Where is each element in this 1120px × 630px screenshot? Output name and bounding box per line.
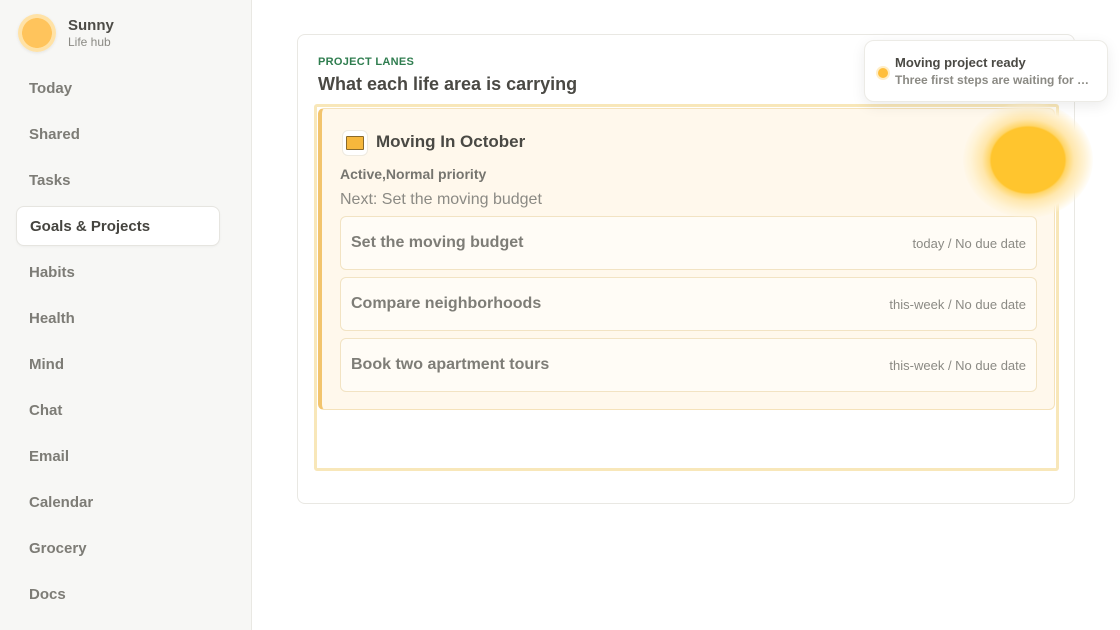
status-dot-icon: [878, 68, 888, 78]
task-name: Compare neighborhoods: [351, 295, 542, 312]
sidebar-item-today[interactable]: Today: [16, 68, 220, 108]
task-row[interactable]: Set the moving budget today / No due dat…: [340, 216, 1037, 270]
panel-eyebrow: PROJECT LANES: [318, 56, 415, 68]
lane-status: Active,Normal priority: [340, 166, 487, 182]
sidebar-item-shared[interactable]: Shared: [16, 114, 220, 154]
brand-name: Sunny: [68, 17, 114, 34]
task-name: Set the moving budget: [351, 234, 524, 251]
sidebar-item-goals-projects[interactable]: Goals & Projects: [16, 206, 220, 246]
sun-orb-icon: [963, 102, 1093, 218]
brand-subtitle: Life hub: [68, 35, 111, 49]
lane-next-step: Next: Set the moving budget: [340, 191, 542, 208]
task-due: this-week / No due date: [889, 357, 1026, 373]
task-due: today / No due date: [912, 235, 1026, 251]
sidebar: Sunny Life hub Today Shared Tasks Goals …: [0, 0, 252, 630]
sidebar-item-email[interactable]: Email: [16, 436, 220, 476]
project-lanes-panel: PROJECT LANES What each life area is car…: [297, 34, 1075, 504]
lane-frame: Moving In October Active,Normal priority…: [314, 104, 1059, 471]
sun-logo-icon: [18, 14, 56, 52]
lane-title: Moving In October: [376, 132, 526, 151]
sidebar-nav: Today Shared Tasks Goals & Projects Habi…: [16, 68, 220, 620]
sidebar-item-health[interactable]: Health: [16, 298, 220, 338]
project-lane-card[interactable]: Moving In October Active,Normal priority…: [318, 108, 1055, 410]
sidebar-item-tasks[interactable]: Tasks: [16, 160, 220, 200]
task-due: this-week / No due date: [889, 296, 1026, 312]
toast-body: Three first steps are waiting for you.: [895, 73, 1095, 87]
toast-title: Moving project ready: [895, 55, 1026, 70]
task-row[interactable]: Compare neighborhoods this-week / No due…: [340, 277, 1037, 331]
brand[interactable]: Sunny Life hub: [18, 14, 114, 52]
sidebar-item-habits[interactable]: Habits: [16, 252, 220, 292]
sidebar-item-chat[interactable]: Chat: [16, 390, 220, 430]
sidebar-item-mind[interactable]: Mind: [16, 344, 220, 384]
folder-icon: [342, 130, 368, 156]
task-row[interactable]: Book two apartment tours this-week / No …: [340, 338, 1037, 392]
task-name: Book two apartment tours: [351, 356, 550, 373]
sidebar-item-grocery[interactable]: Grocery: [16, 528, 220, 568]
sidebar-item-docs[interactable]: Docs: [16, 574, 220, 614]
toast-notification[interactable]: Moving project ready Three first steps a…: [864, 40, 1108, 102]
page-title: What each life area is carrying: [318, 74, 578, 94]
sidebar-item-calendar[interactable]: Calendar: [16, 482, 220, 522]
